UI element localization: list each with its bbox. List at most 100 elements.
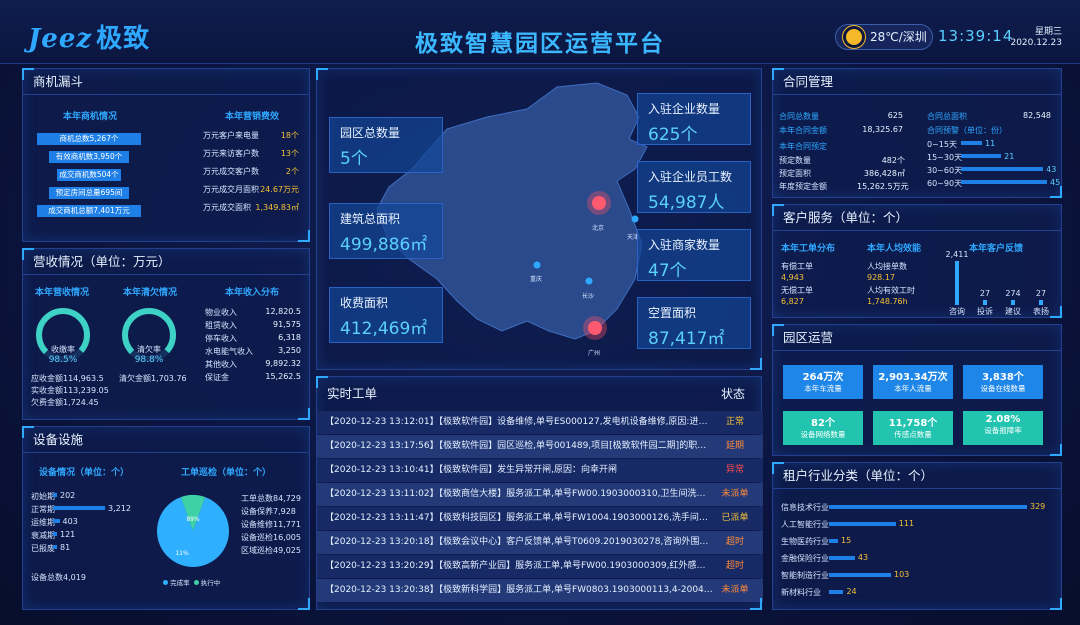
revenue-stat: 应收金额114,963.5 [31, 374, 104, 383]
panel-title: 客户服务（单位：个） [773, 205, 1061, 231]
equipment-bar-value: 81 [60, 543, 71, 552]
revenue-t1: 本年营收情况 [35, 288, 90, 298]
service-t1: 本年工单分布 [781, 244, 836, 254]
feedback-label: 咨询 [949, 307, 965, 316]
map-panel: 北京 天津 重庆 长沙 广州 园区总数量 5个 建筑总面积 499,886㎡ 收费面… [316, 68, 762, 370]
page-title: 极致智慧园区运营平台 [415, 31, 665, 57]
tianjin-marker [631, 215, 639, 223]
pie-legend: 完成率 执行中 [163, 577, 220, 587]
chongqing-marker [533, 261, 541, 269]
park-tile-value: 2.08% [985, 414, 1021, 425]
gauge2-label: 清欠率 [137, 345, 161, 354]
workorder-row[interactable]: 【2020-12-23 13:11:47】【极致科技园区】服务派工单,单号FW1… [317, 507, 763, 530]
equipment-bar-label: 运维期 [31, 518, 55, 527]
equipment-bar-value: 121 [60, 530, 76, 539]
dist-value: 12,820.5 [265, 307, 301, 316]
workorder-row[interactable]: 【2020-12-23 13:20:29】【极致高新产业园】服务派工单,单号FW… [317, 555, 763, 578]
equipment-t1: 设备情况（单位：个） [39, 468, 130, 478]
warn-label: 60~90天 [927, 179, 963, 188]
contract-total-value: 82,548 [1023, 111, 1051, 120]
revenue-t3: 本年收入分布 [225, 288, 280, 298]
service-dist-label: 无偿工单 [781, 286, 813, 295]
stat-card-building-area: 建筑总面积 499,886㎡ [329, 203, 443, 259]
industry-value: 329 [1030, 502, 1046, 511]
dist-value: 3,250 [278, 346, 301, 355]
warn-bar [961, 154, 1002, 158]
service-eff-label: 人均有效工时 [867, 286, 915, 295]
funnel-right-title: 本年营销费效 [225, 112, 280, 122]
industry-bar [829, 590, 844, 594]
feedback-value: 2,411 [945, 250, 969, 259]
panel-title: 实时工单 [327, 386, 378, 401]
park-tile-label: 设备网络数量 [800, 430, 846, 439]
sun-icon [846, 29, 862, 45]
workorder-text: 【2020-12-23 13:17:56】【极致软件园】园区巡检,单号00148… [325, 441, 713, 451]
park-tile: 2.08% 设备报障率 [963, 411, 1043, 445]
gauge2-value: 98.8% [134, 355, 164, 365]
contract-label: 合同总数量 [779, 112, 819, 121]
panel-title: 设备设施 [23, 427, 309, 453]
dashboard: Jeez 极致 极致智慧园区运营平台 28℃/深圳 13:39:14 星期三 20… [0, 0, 1080, 625]
warn-label: 15~30天 [927, 153, 963, 162]
city-label: 广州 [588, 350, 601, 357]
workorder-row[interactable]: 【2020-12-23 13:20:18】【极致会议中心】客户反馈单,单号T06… [317, 531, 763, 554]
dist-value: 91,575 [273, 320, 301, 329]
funnel-stage: 成交商机数504个 [57, 169, 121, 181]
panel-title: 合同管理 [773, 69, 1061, 95]
workorder-row[interactable]: 【2020-12-23 13:20:38】【极致新科学园】服务派工单,单号FW0… [317, 579, 763, 602]
equipment-bar-label: 初始期 [31, 492, 55, 501]
park-tile-label: 本年人流量 [894, 384, 932, 393]
equipment-bar-value: 403 [62, 517, 78, 526]
funnel-stage: 预定房间总量695间 [49, 187, 129, 199]
metric-value: 2个 [285, 167, 299, 176]
feedback-value: 27 [1035, 289, 1047, 298]
metric-value: 1,349.83㎡ [255, 203, 299, 212]
equipment-t2: 工单巡检（单位：个） [181, 468, 272, 478]
stat-card-park-count: 园区总数量 5个 [329, 117, 443, 173]
workorder-text: 【2020-12-23 13:11:02】【极致商信大楼】服务派工单,单号FW0… [325, 489, 713, 499]
date: 2020.12.23 [1010, 38, 1062, 48]
workorder-row[interactable]: 【2020-12-23 13:12:01】【极致软件园】设备维修,单号ES000… [317, 411, 763, 434]
weather-widget: 28℃/深圳 [835, 24, 933, 50]
equipment-bar-label: 已报废 [31, 544, 55, 553]
service-eff-value: 928.17 [867, 273, 895, 282]
header-bar: Jeez 极致 极致智慧园区运营平台 28℃/深圳 13:39:14 星期三 20… [0, 0, 1080, 64]
contract-value: 18,325.67 [862, 125, 903, 134]
brand-logo[interactable]: Jeez 极致 [28, 18, 150, 55]
park-tile-label: 传感点数量 [894, 430, 932, 439]
metric-label: 万元客户来电量 [203, 131, 259, 140]
workorder-stat: 工单总数84,729 [241, 494, 301, 503]
industry-value: 103 [893, 570, 910, 579]
stat-card-charge-area: 收费面积 412,469㎡ [329, 287, 443, 343]
park-tile-label: 设备在线数量 [980, 384, 1026, 393]
equipment-total: 设备总数4,019 [31, 573, 86, 582]
park-tile: 264万次 本年车流量 [783, 365, 863, 399]
funnel-left-title: 本年商机情况 [63, 112, 118, 122]
workorder-row[interactable]: 【2020-12-23 13:10:41】【极致软件园】发生异常开闸,原因：向幸… [317, 459, 763, 482]
workorder-row[interactable]: 【2020-12-23 13:11:02】【极致商信大楼】服务派工单,单号FW0… [317, 483, 763, 506]
funnel-stage: 有效商机数3,950个 [49, 151, 129, 163]
metric-label: 万元来访客户数 [203, 149, 259, 158]
dist-value: 6,318 [278, 333, 301, 342]
equipment-panel: 设备设施 设备情况（单位：个） 工单巡检（单位：个） 初始期 202 正常期 3,21… [22, 426, 310, 610]
industry-bar [829, 539, 839, 543]
dist-value: 15,262.5 [265, 372, 301, 381]
forecast-value: 15,262.5万元 [857, 182, 909, 191]
park-tile-value: 82个 [811, 418, 835, 429]
industry-label: 生物医药行业 [781, 537, 829, 546]
park-tile-label: 本年车流量 [804, 384, 842, 393]
workorder-status: 超时 [725, 537, 744, 547]
industry-value: 111 [898, 519, 915, 528]
contract-total-label: 合同总面积 [927, 112, 967, 121]
panel-title: 租户行业分类（单位：个） [773, 463, 1061, 489]
dist-label: 停车收入 [205, 334, 237, 343]
revenue-stat: 实收金额113,239.05 [31, 386, 109, 395]
equipment-bar [53, 532, 57, 536]
park-panel: 园区运营 264万次 本年车流量 2,903.34万次 本年人流量 3,838个 设备在线… [772, 324, 1062, 456]
feedback-value: 274 [1005, 288, 1021, 298]
service-t3: 本年客户反馈 [969, 244, 1024, 254]
workorder-stat: 区域巡检49,025 [241, 546, 301, 555]
workorder-pie: 89% 11% [157, 495, 229, 567]
workorder-row[interactable]: 【2020-12-23 13:17:56】【极致软件园】园区巡检,单号00148… [317, 435, 763, 458]
industry-panel: 租户行业分类（单位：个） 信息技术行业 329 人工智能行业 111 生物医药行业 15 金… [772, 462, 1062, 610]
